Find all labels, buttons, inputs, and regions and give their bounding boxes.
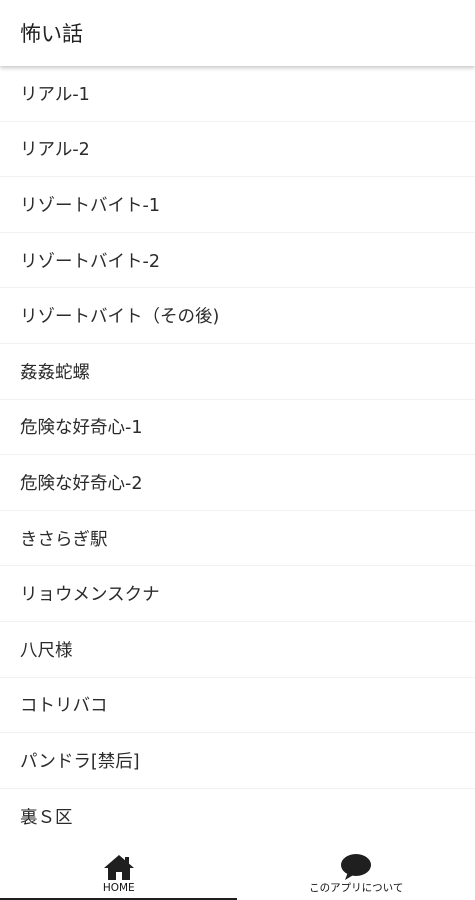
list-item-label: 裏Ｓ区 [20,807,73,828]
list-item-label: 危険な好奇心-2 [20,473,143,494]
list-item[interactable]: リゾートバイト-1 [0,177,475,233]
list-item-label: リアル-2 [20,140,90,161]
chat-bubble-icon [341,854,372,880]
list-item[interactable]: リゾートバイト-2 [0,233,475,289]
list-item-label: きさらぎ駅 [20,529,108,550]
list-item-label: リゾートバイト-1 [20,195,160,216]
page-title: 怖い話 [20,22,83,46]
list-item[interactable]: 危険な好奇心-1 [0,400,475,456]
app-screen: 怖い話 リアル-1 リアル-2 リゾートバイト-1 リゾートバイト-2 リゾート… [0,0,475,900]
list-item[interactable]: パンドラ[禁后] [0,733,475,789]
list-item[interactable]: 八尺様 [0,622,475,678]
tab-about[interactable]: このアプリについて [238,842,475,900]
app-bar: 怖い話 [0,0,475,66]
tab-about-label: このアプリについて [309,882,404,894]
list-item[interactable]: リアル-2 [0,122,475,178]
tab-home-label: HOME [102,882,135,894]
story-list[interactable]: リアル-1 リアル-2 リゾートバイト-1 リゾートバイト-2 リゾートバイト（… [0,66,475,842]
list-item[interactable]: コトリバコ [0,678,475,734]
bottom-navigation: HOME このアプリについて [0,842,475,900]
list-item[interactable]: 危険な好奇心-2 [0,455,475,511]
list-item-label: リアル-1 [20,84,90,105]
list-item-label: 八尺様 [20,640,73,661]
list-item[interactable]: リゾートバイト（その後) [0,288,475,344]
list-item-label: 危険な好奇心-1 [20,418,143,439]
tab-home[interactable]: HOME [0,842,238,900]
list-item-label: リゾートバイト-2 [20,251,160,272]
list-item-label: リョウメンスクナ [20,585,160,606]
list-item[interactable]: 裏Ｓ区 [0,789,475,842]
list-item[interactable]: リョウメンスクナ [0,566,475,622]
list-item-label: パンドラ[禁后] [20,751,140,772]
home-icon [103,855,134,880]
list-item-label: 姦姦蛇螺 [20,362,90,383]
list-item[interactable]: 姦姦蛇螺 [0,344,475,400]
list-item-label: リゾートバイト（その後) [20,307,220,328]
list-item[interactable]: リアル-1 [0,66,475,122]
list-item-label: コトリバコ [20,696,108,717]
list-item[interactable]: きさらぎ駅 [0,511,475,567]
